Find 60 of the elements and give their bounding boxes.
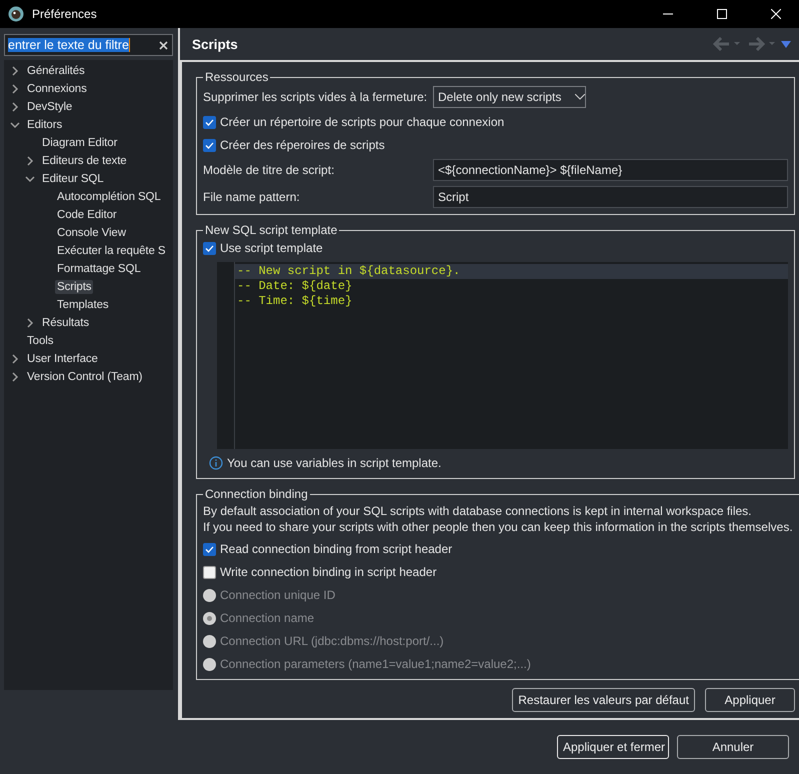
group-title: Ressources [204,70,270,84]
checkbox[interactable] [203,138,216,152]
checkbox-label: Créer un répertoire de scripts pour chaque connexion [220,115,504,129]
tree-item[interactable]: Généralités [25,64,87,78]
group-title: Connection binding [204,487,309,501]
checkbox-label: Read connection binding from script header [220,542,452,556]
menu-icon[interactable] [781,40,791,48]
tree-item[interactable]: Editors [25,118,64,132]
code-line: -- Date: ${date} [236,279,354,294]
group-title: New SQL script template [204,223,338,237]
field-label: Supprimer les scripts vides à la fermeture: [203,90,427,104]
description-text: By default association of your SQL scripts with database connections is kept in internal workspace files. [203,503,753,519]
apply-button[interactable]: Appliquer [705,688,795,712]
filter-field[interactable]: entrer le texte du filtre [4,34,173,56]
radio-label: Connection unique ID [220,588,336,602]
code-editor[interactable]: -- New script in ${datasource}. -- Date: ${date} -- Time: ${time} [217,262,788,449]
tree-item[interactable]: User Interface [25,352,100,366]
radio-label: Connection name [220,611,314,625]
checkbox-label: Write connection binding in script header [220,565,437,579]
code-line: -- Time: ${time} [236,294,354,309]
checkbox[interactable] [203,116,216,128]
tree-item[interactable]: Autocomplétion SQL [55,190,163,204]
info-text: You can use variables in script template. [227,456,442,470]
text-field[interactable]: <${connectionName}> ${fileName} [433,159,788,181]
tree-item[interactable]: Résultats [40,316,92,330]
tree-item[interactable]: Editeurs de texte [40,154,129,168]
checkbox-label: Créer des réperoires de scripts [220,138,385,152]
tree-item[interactable]: Exécuter la requête S [55,244,168,258]
info-icon [209,456,223,470]
apply-and-close-button[interactable]: Appliquer et fermer [557,735,669,759]
tree-item[interactable]: Editeur SQL [40,172,106,186]
dropdown[interactable]: Delete only new scripts [433,86,586,108]
cancel-button[interactable]: Annuler [677,735,789,759]
radio-label: Connection URL (jdbc:dbms://host:port/...) [220,634,444,648]
tree-item[interactable]: Console View [55,226,128,240]
field-label: Modèle de titre de script: [203,163,336,177]
tree-item[interactable]: DevStyle [25,100,74,114]
chevron-down-icon [575,94,586,100]
window-title: Préférences [32,7,98,21]
description-text: If you need to share your scripts with other people then you can keep this information in the scripts themselves. [203,519,793,535]
tree-item[interactable]: Version Control (Team) [25,370,144,384]
tree-item[interactable]: Tools [25,334,56,348]
restore-defaults-button[interactable]: Restaurer les valeurs par défaut [512,688,695,712]
checkbox[interactable] [203,242,216,254]
page-title: Scripts [192,36,239,52]
app-logo-icon [8,6,24,22]
clear-icon[interactable] [159,40,168,50]
tree-item[interactable]: Formattage SQL [55,262,143,276]
tree-item[interactable]: Templates [55,298,111,312]
checkbox[interactable] [203,566,216,578]
tree-item[interactable]: Scripts [55,280,94,294]
field-label: File name pattern: [203,190,301,204]
radio-label: Connection parameters (name1=value1;name2=value2;...) [220,657,531,671]
text-field[interactable]: Script [433,186,788,208]
checkbox-label: Use script template [220,241,323,255]
tree-item[interactable]: Connexions [25,82,89,96]
chevron-icon[interactable] [25,318,35,328]
checkbox[interactable] [203,542,216,556]
tree-item[interactable]: Code Editor [55,208,119,222]
tree-item[interactable]: Diagram Editor [40,136,120,150]
